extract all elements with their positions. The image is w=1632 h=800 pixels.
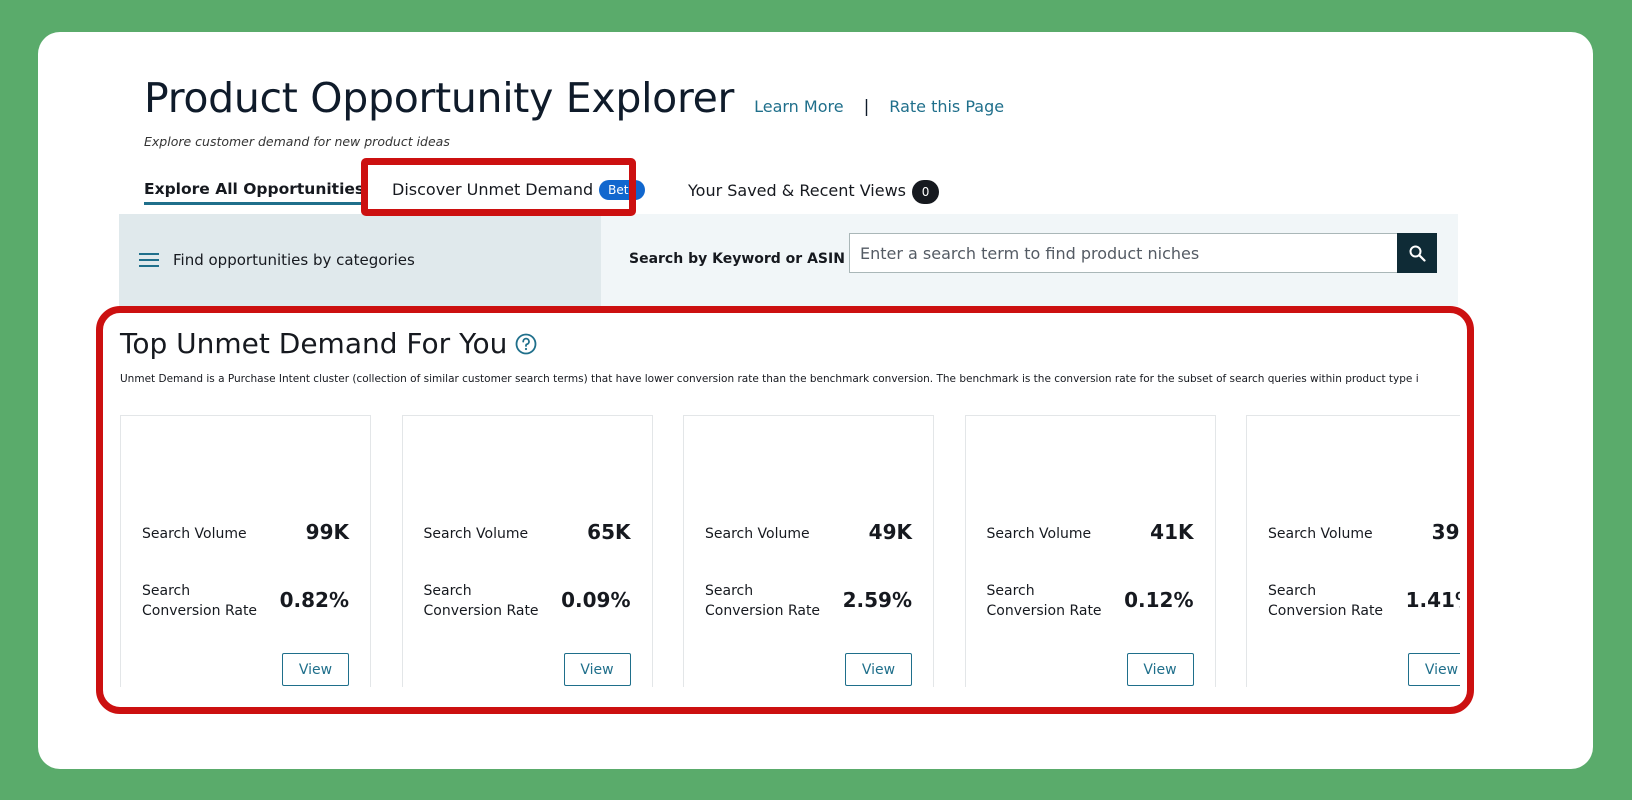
category-finder-label: Find opportunities by categories bbox=[173, 251, 415, 269]
title-row: Product Opportunity Explorer Learn More … bbox=[144, 72, 1004, 124]
tab-explore-all[interactable]: Explore All Opportunities bbox=[144, 180, 365, 205]
title-separator: | bbox=[863, 97, 870, 117]
tab-saved-recent-views[interactable]: Your Saved & Recent Views 0 bbox=[688, 180, 940, 204]
search-label: Search by Keyword or ASIN bbox=[629, 251, 845, 267]
section-highlight-box bbox=[96, 306, 1474, 714]
saved-count-badge: 0 bbox=[912, 180, 940, 204]
rate-page-link[interactable]: Rate this Page bbox=[889, 97, 1004, 116]
tab-saved-label: Your Saved & Recent Views bbox=[688, 181, 907, 200]
page-subtitle: Explore customer demand for new product … bbox=[144, 134, 450, 149]
learn-more-link[interactable]: Learn More bbox=[754, 97, 843, 116]
search-bar: Search by Keyword or ASIN bbox=[601, 214, 1458, 306]
search-icon bbox=[1409, 245, 1426, 262]
page-title: Product Opportunity Explorer bbox=[144, 74, 735, 122]
main-panel: Product Opportunity Explorer Learn More … bbox=[38, 32, 1593, 769]
menu-icon bbox=[139, 253, 159, 267]
tab-highlight-box bbox=[361, 158, 636, 216]
search-input[interactable] bbox=[849, 233, 1397, 273]
search-button[interactable] bbox=[1397, 233, 1437, 273]
category-finder[interactable]: Find opportunities by categories bbox=[119, 214, 601, 306]
